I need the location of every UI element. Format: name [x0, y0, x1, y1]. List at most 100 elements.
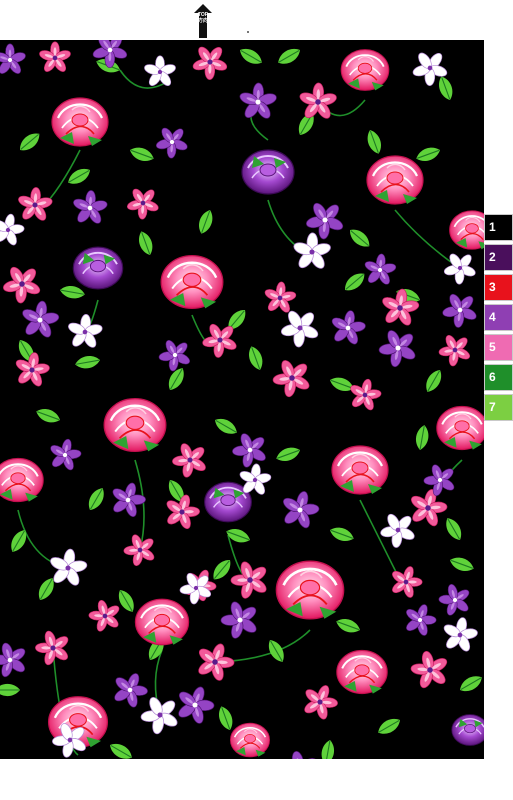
green-leaf: [15, 128, 44, 156]
pink-blossom: [384, 560, 428, 603]
white-blossom: [438, 613, 482, 656]
green-leaf: [447, 553, 477, 575]
stem: [214, 629, 311, 663]
top-marker-text: TOP 方向: [193, 12, 213, 24]
green-leaf: [374, 714, 404, 739]
green-leaf: [211, 414, 241, 439]
pink-blossom: [27, 622, 79, 674]
registration-dot: [247, 31, 249, 33]
top-direction-marker: TOP 方向: [193, 3, 213, 39]
pink-rose: [229, 722, 271, 758]
green-leaf: [6, 526, 31, 556]
pink-rose: [435, 405, 484, 451]
green-leaf: [64, 164, 94, 189]
pink-blossom: [184, 40, 236, 88]
white-blossom: [65, 312, 105, 351]
green-leaf: [421, 366, 446, 396]
purple-violet: [434, 284, 484, 336]
pink-blossom: [264, 349, 320, 406]
palette-swatch-7: 7: [484, 394, 513, 421]
white-blossom: [436, 244, 484, 292]
purple-violet: [0, 634, 36, 686]
green-leaf: [264, 636, 289, 666]
pink-rose: [275, 559, 345, 621]
purple-violet: [70, 188, 110, 227]
floral-pattern-artwork: [0, 40, 484, 759]
green-leaf: [58, 283, 87, 301]
pink-blossom: [377, 285, 423, 330]
green-leaf: [319, 738, 337, 759]
green-leaf: [363, 127, 385, 157]
pink-blossom: [119, 179, 167, 227]
purple-violet: [273, 742, 328, 759]
green-leaf: [274, 44, 304, 69]
palette-swatch-number: 5: [489, 340, 496, 354]
pink-rose: [134, 598, 190, 646]
green-leaf: [73, 353, 102, 371]
green-leaf: [435, 73, 457, 103]
pink-rose: [330, 444, 390, 496]
palette-swatch-1: 1: [484, 214, 513, 241]
palette-swatch-number: 3: [489, 280, 496, 294]
top-sublabel: 方向: [197, 18, 208, 24]
purple-violet: [275, 486, 325, 534]
green-leaf: [413, 423, 431, 452]
palette-swatch-number: 7: [489, 400, 496, 414]
pink-blossom: [344, 375, 386, 415]
pink-rose: [365, 154, 425, 206]
palette-swatch-5: 5: [484, 334, 513, 361]
purple-violet: [416, 456, 464, 504]
pink-rose: [448, 209, 484, 251]
pink-blossom: [403, 642, 458, 698]
pink-rose: [0, 457, 45, 503]
purple-violet: [169, 679, 221, 730]
purple-rose: [451, 713, 484, 747]
green-leaf: [33, 405, 63, 427]
pink-rose: [159, 254, 225, 310]
purple-violet: [212, 592, 268, 648]
pink-rose: [102, 397, 168, 453]
pink-rose: [335, 649, 389, 695]
purple-violet: [370, 319, 426, 376]
green-leaf: [236, 44, 266, 69]
flowers-layer: [0, 40, 484, 759]
purple-rose: [72, 246, 124, 290]
green-leaf: [245, 343, 267, 373]
green-leaf: [215, 703, 237, 733]
green-leaf: [135, 228, 157, 258]
green-leaf: [164, 364, 189, 394]
purple-violet: [398, 598, 442, 641]
palette-swatch-2: 2: [484, 244, 513, 271]
pink-blossom: [296, 678, 345, 726]
pink-blossom: [297, 81, 339, 122]
purple-violet: [432, 576, 479, 624]
stem: [394, 209, 456, 266]
green-leaf: [327, 523, 357, 545]
pink-blossom: [403, 484, 453, 532]
green-leaf: [0, 683, 21, 697]
pink-blossom: [15, 185, 55, 224]
purple-violet: [17, 297, 63, 342]
pink-blossom: [10, 348, 54, 391]
pink-blossom: [189, 636, 241, 687]
green-leaf: [333, 615, 363, 637]
color-palette: 1 2 3 4 5 6 7: [484, 214, 513, 424]
purple-violet: [361, 251, 399, 288]
pink-blossom: [37, 41, 73, 75]
pink-blossom: [222, 552, 278, 608]
purple-violet: [44, 435, 86, 475]
floral-pattern: [0, 40, 484, 759]
green-leaf: [340, 268, 369, 296]
green-leaf: [84, 484, 109, 514]
palette-swatch-4: 4: [484, 304, 513, 331]
purple-violet: [148, 118, 196, 166]
palette-swatch-number: 2: [489, 250, 496, 264]
green-leaf: [441, 514, 466, 544]
purple-violet: [297, 192, 353, 248]
green-leaf: [127, 143, 157, 165]
pink-blossom: [261, 279, 299, 316]
pink-rose: [340, 48, 390, 92]
green-leaf: [456, 671, 484, 696]
purple-violet: [326, 306, 370, 349]
pink-blossom: [164, 434, 216, 486]
